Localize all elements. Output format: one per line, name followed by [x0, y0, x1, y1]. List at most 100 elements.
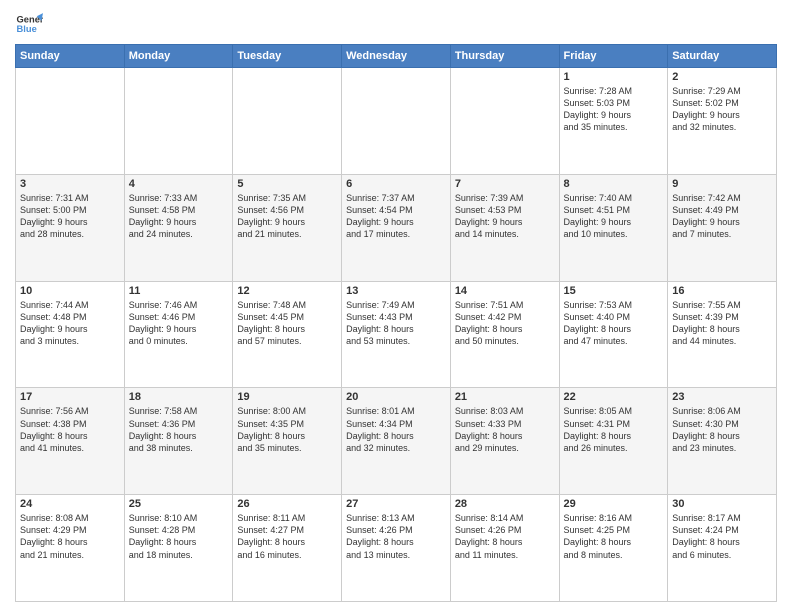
day-info: Sunrise: 8:13 AM Sunset: 4:26 PM Dayligh…: [346, 512, 446, 561]
day-number: 9: [672, 178, 772, 190]
day-number: 26: [237, 498, 337, 510]
calendar-cell: [450, 68, 559, 175]
calendar-week-row: 3 Sunrise: 7:31 AM Sunset: 5:00 PM Daylig…: [16, 174, 777, 281]
day-info: Sunrise: 7:29 AM Sunset: 5:02 PM Dayligh…: [672, 85, 772, 134]
day-number: 6: [346, 178, 446, 190]
calendar-cell: 5Sunrise: 7:35 AM Sunset: 4:56 PM Daylig…: [233, 174, 342, 281]
day-number: 4: [129, 178, 229, 190]
calendar-cell: 19 Sunrise: 8:00 AM Sunset: 4:35 PM Dayli…: [233, 388, 342, 495]
day-number: 1: [564, 71, 664, 83]
calendar-cell: 4 Sunrise: 7:33 AM Sunset: 4:58 PM Daylig…: [124, 174, 233, 281]
calendar-week-row: 17Sunrise: 7:56 AM Sunset: 4:38 PM Dayli…: [16, 388, 777, 495]
calendar-cell: 13Sunrise: 7:49 AM Sunset: 4:43 PM Dayli…: [342, 281, 451, 388]
day-info: Sunrise: 7:56 AM Sunset: 4:38 PM Dayligh…: [20, 405, 120, 454]
calendar-cell: 1Sunrise: 7:28 AM Sunset: 5:03 PM Daylig…: [559, 68, 668, 175]
day-info: Sunrise: 7:49 AM Sunset: 4:43 PM Dayligh…: [346, 299, 446, 348]
day-number: 12: [237, 285, 337, 297]
day-info: Sunrise: 8:01 AM Sunset: 4:34 PM Dayligh…: [346, 405, 446, 454]
calendar-cell: 20 Sunrise: 8:01 AM Sunset: 4:34 PM Dayli…: [342, 388, 451, 495]
calendar-cell: 18Sunrise: 7:58 AM Sunset: 4:36 PM Dayli…: [124, 388, 233, 495]
calendar-cell: [342, 68, 451, 175]
day-number: 18: [129, 391, 229, 403]
day-number: 24: [20, 498, 120, 510]
calendar-cell: 17Sunrise: 7:56 AM Sunset: 4:38 PM Dayli…: [16, 388, 125, 495]
day-info: Sunrise: 7:33 AM Sunset: 4:58 PM Dayligh…: [129, 192, 229, 241]
day-number: 16: [672, 285, 772, 297]
calendar-week-row: 1Sunrise: 7:28 AM Sunset: 5:03 PM Daylig…: [16, 68, 777, 175]
col-header-friday: Friday: [559, 45, 668, 68]
header: General Blue: [15, 10, 777, 38]
calendar-cell: 25 Sunrise: 8:10 AM Sunset: 4:28 PM Dayli…: [124, 495, 233, 602]
day-info: Sunrise: 8:14 AM Sunset: 4:26 PM Dayligh…: [455, 512, 555, 561]
day-info: Sunrise: 7:31 AM Sunset: 5:00 PM Dayligh…: [20, 192, 120, 241]
day-info: Sunrise: 8:08 AM Sunset: 4:29 PM Dayligh…: [20, 512, 120, 561]
day-info: Sunrise: 8:16 AM Sunset: 4:25 PM Dayligh…: [564, 512, 664, 561]
col-header-monday: Monday: [124, 45, 233, 68]
calendar-cell: 11Sunrise: 7:46 AM Sunset: 4:46 PM Dayli…: [124, 281, 233, 388]
day-number: 23: [672, 391, 772, 403]
day-number: 27: [346, 498, 446, 510]
calendar-cell: 22 Sunrise: 8:05 AM Sunset: 4:31 PM Dayli…: [559, 388, 668, 495]
calendar-cell: [16, 68, 125, 175]
calendar-cell: [233, 68, 342, 175]
calendar-cell: 8Sunrise: 7:40 AM Sunset: 4:51 PM Daylig…: [559, 174, 668, 281]
col-header-wednesday: Wednesday: [342, 45, 451, 68]
day-number: 8: [564, 178, 664, 190]
logo-icon: General Blue: [15, 10, 43, 38]
calendar-cell: 23 Sunrise: 8:06 AM Sunset: 4:30 PM Dayli…: [668, 388, 777, 495]
day-info: Sunrise: 7:51 AM Sunset: 4:42 PM Dayligh…: [455, 299, 555, 348]
day-number: 22: [564, 391, 664, 403]
day-info: Sunrise: 8:10 AM Sunset: 4:28 PM Dayligh…: [129, 512, 229, 561]
day-info: Sunrise: 7:55 AM Sunset: 4:39 PM Dayligh…: [672, 299, 772, 348]
calendar-cell: 12 Sunrise: 7:48 AM Sunset: 4:45 PM Dayli…: [233, 281, 342, 388]
day-info: Sunrise: 8:17 AM Sunset: 4:24 PM Dayligh…: [672, 512, 772, 561]
col-header-saturday: Saturday: [668, 45, 777, 68]
day-info: Sunrise: 7:37 AM Sunset: 4:54 PM Dayligh…: [346, 192, 446, 241]
calendar-week-row: 10Sunrise: 7:44 AM Sunset: 4:48 PM Dayli…: [16, 281, 777, 388]
calendar-header-row: SundayMondayTuesdayWednesdayThursdayFrid…: [16, 45, 777, 68]
day-info: Sunrise: 8:11 AM Sunset: 4:27 PM Dayligh…: [237, 512, 337, 561]
day-number: 19: [237, 391, 337, 403]
calendar-cell: 29 Sunrise: 8:16 AM Sunset: 4:25 PM Dayli…: [559, 495, 668, 602]
calendar-cell: 28 Sunrise: 8:14 AM Sunset: 4:26 PM Dayli…: [450, 495, 559, 602]
day-info: Sunrise: 7:48 AM Sunset: 4:45 PM Dayligh…: [237, 299, 337, 348]
day-info: Sunrise: 8:03 AM Sunset: 4:33 PM Dayligh…: [455, 405, 555, 454]
day-info: Sunrise: 8:05 AM Sunset: 4:31 PM Dayligh…: [564, 405, 664, 454]
logo: General Blue: [15, 10, 47, 38]
svg-text:Blue: Blue: [17, 24, 37, 34]
day-info: Sunrise: 8:06 AM Sunset: 4:30 PM Dayligh…: [672, 405, 772, 454]
day-number: 29: [564, 498, 664, 510]
day-info: Sunrise: 7:35 AM Sunset: 4:56 PM Dayligh…: [237, 192, 337, 241]
calendar-week-row: 24 Sunrise: 8:08 AM Sunset: 4:29 PM Dayli…: [16, 495, 777, 602]
calendar-cell: 6 Sunrise: 7:37 AM Sunset: 4:54 PM Daylig…: [342, 174, 451, 281]
calendar-cell: 9Sunrise: 7:42 AM Sunset: 4:49 PM Daylig…: [668, 174, 777, 281]
calendar-cell: 7 Sunrise: 7:39 AM Sunset: 4:53 PM Daylig…: [450, 174, 559, 281]
col-header-sunday: Sunday: [16, 45, 125, 68]
day-number: 30: [672, 498, 772, 510]
day-number: 11: [129, 285, 229, 297]
col-header-thursday: Thursday: [450, 45, 559, 68]
day-info: Sunrise: 7:39 AM Sunset: 4:53 PM Dayligh…: [455, 192, 555, 241]
calendar-cell: 26 Sunrise: 8:11 AM Sunset: 4:27 PM Dayli…: [233, 495, 342, 602]
calendar-cell: [124, 68, 233, 175]
day-info: Sunrise: 7:53 AM Sunset: 4:40 PM Dayligh…: [564, 299, 664, 348]
calendar-cell: 21Sunrise: 8:03 AM Sunset: 4:33 PM Dayli…: [450, 388, 559, 495]
calendar-cell: 15Sunrise: 7:53 AM Sunset: 4:40 PM Dayli…: [559, 281, 668, 388]
page: General Blue SundayMondayTuesdayWednesda…: [0, 0, 792, 612]
calendar-cell: 30 Sunrise: 8:17 AM Sunset: 4:24 PM Dayli…: [668, 495, 777, 602]
col-header-tuesday: Tuesday: [233, 45, 342, 68]
day-number: 3: [20, 178, 120, 190]
calendar-cell: 10Sunrise: 7:44 AM Sunset: 4:48 PM Dayli…: [16, 281, 125, 388]
calendar-cell: 27 Sunrise: 8:13 AM Sunset: 4:26 PM Dayli…: [342, 495, 451, 602]
calendar-table: SundayMondayTuesdayWednesdayThursdayFrid…: [15, 44, 777, 602]
day-number: 10: [20, 285, 120, 297]
day-number: 28: [455, 498, 555, 510]
day-info: Sunrise: 8:00 AM Sunset: 4:35 PM Dayligh…: [237, 405, 337, 454]
day-number: 2: [672, 71, 772, 83]
calendar-cell: 14 Sunrise: 7:51 AM Sunset: 4:42 PM Dayli…: [450, 281, 559, 388]
day-number: 7: [455, 178, 555, 190]
day-number: 25: [129, 498, 229, 510]
day-number: 20: [346, 391, 446, 403]
day-number: 14: [455, 285, 555, 297]
calendar-cell: 16 Sunrise: 7:55 AM Sunset: 4:39 PM Dayli…: [668, 281, 777, 388]
